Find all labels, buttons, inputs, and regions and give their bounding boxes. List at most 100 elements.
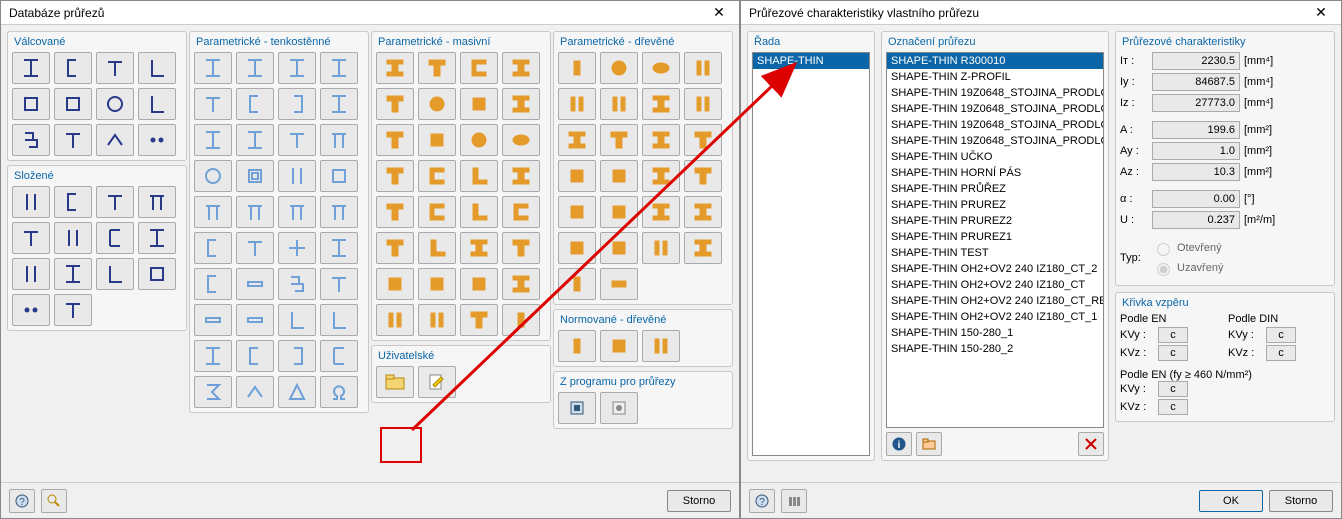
shape-btn-sq[interactable] bbox=[54, 88, 92, 120]
shape-btn-f2v[interactable] bbox=[558, 88, 596, 120]
shape-btn-ft[interactable] bbox=[376, 232, 414, 264]
shape-btn-fci[interactable] bbox=[600, 52, 638, 84]
shape-btn-fu[interactable] bbox=[418, 196, 456, 228]
char-value[interactable] bbox=[1152, 142, 1240, 160]
shape-btn-hat[interactable] bbox=[236, 376, 274, 408]
shape-btn-z[interactable] bbox=[12, 124, 50, 156]
shape-btn-ft[interactable] bbox=[502, 232, 540, 264]
ok-button[interactable]: OK bbox=[1199, 490, 1263, 512]
shape-btn-ft[interactable] bbox=[460, 304, 498, 336]
user-edit-button[interactable] bbox=[418, 366, 456, 398]
shape-btn-fsq[interactable] bbox=[558, 160, 596, 192]
shape-btn-fi[interactable] bbox=[642, 160, 680, 192]
list-item[interactable]: SHAPE-THIN OH2+OV2 240 IZ180_CT bbox=[887, 277, 1103, 293]
shape-btn-t[interactable] bbox=[54, 294, 92, 326]
shape-btn-t[interactable] bbox=[96, 186, 134, 218]
shape-btn-fpv[interactable] bbox=[558, 268, 596, 300]
storno-button-right[interactable]: Storno bbox=[1269, 490, 1333, 512]
shape-btn-sq[interactable] bbox=[12, 88, 50, 120]
typ-closed-radio[interactable]: Uzavřený bbox=[1152, 260, 1223, 276]
shape-btn-fi[interactable] bbox=[642, 124, 680, 156]
shape-btn-t[interactable] bbox=[320, 268, 358, 300]
shape-btn-u[interactable] bbox=[96, 222, 134, 254]
list-item[interactable]: SHAPE-THIN 19Z0648_STOJINA_PRODLC bbox=[887, 133, 1103, 149]
shape-btn-i[interactable] bbox=[320, 52, 358, 84]
shape-btn-ft[interactable] bbox=[600, 124, 638, 156]
shape-btn-i[interactable] bbox=[236, 124, 274, 156]
shape-btn-l[interactable] bbox=[138, 52, 176, 84]
shape-btn-l[interactable] bbox=[320, 304, 358, 336]
list-item[interactable]: SHAPE-THIN OH2+OV2 240 IZ180_CT_1 bbox=[887, 309, 1103, 325]
shape-btn-pi[interactable] bbox=[138, 186, 176, 218]
shape-btn-x[interactable] bbox=[278, 232, 316, 264]
shape-btn-fsq[interactable] bbox=[460, 88, 498, 120]
shape-btn-f2v[interactable] bbox=[376, 304, 414, 336]
shape-btn-t[interactable] bbox=[278, 124, 316, 156]
rada-listbox[interactable]: SHAPE-THIN bbox=[752, 52, 870, 456]
kvz-en460-field[interactable] bbox=[1158, 399, 1188, 415]
shape-btn-fi[interactable] bbox=[642, 88, 680, 120]
close-icon[interactable]: ✕ bbox=[699, 1, 739, 25]
shape-btn-fi[interactable] bbox=[502, 88, 540, 120]
shape-btn-u[interactable] bbox=[320, 340, 358, 372]
typ-open-radio[interactable]: Otevřený bbox=[1152, 240, 1223, 256]
shape-btn-f2v[interactable] bbox=[684, 88, 722, 120]
kvz-din-field[interactable] bbox=[1266, 345, 1296, 361]
help-icon[interactable]: ? bbox=[749, 489, 775, 513]
shape-btn-sq[interactable] bbox=[320, 160, 358, 192]
shape-btn-ft[interactable] bbox=[684, 124, 722, 156]
list-item[interactable]: SHAPE-THIN PRUREZ bbox=[887, 197, 1103, 213]
list-item[interactable]: SHAPE-THIN 150-280_2 bbox=[887, 341, 1103, 357]
shape-btn-fci[interactable] bbox=[418, 88, 456, 120]
shape-btn-cl[interactable] bbox=[194, 232, 232, 264]
shape-btn-i[interactable] bbox=[194, 340, 232, 372]
shape-btn-fsq[interactable] bbox=[558, 232, 596, 264]
kvz-en-field[interactable] bbox=[1158, 345, 1188, 361]
open-icon[interactable] bbox=[916, 432, 942, 456]
shape-btn-ii[interactable] bbox=[12, 186, 50, 218]
help-icon[interactable]: ? bbox=[9, 489, 35, 513]
shape-btn-fpv[interactable] bbox=[502, 304, 540, 336]
shape-btn-f2v[interactable] bbox=[418, 304, 456, 336]
shape-btn-cr[interactable] bbox=[278, 340, 316, 372]
char-value[interactable] bbox=[1152, 190, 1240, 208]
shape-btn-fi[interactable] bbox=[502, 160, 540, 192]
shape-btn-l[interactable] bbox=[138, 88, 176, 120]
shape-btn-t[interactable] bbox=[236, 232, 274, 264]
shape-btn-cl[interactable] bbox=[236, 340, 274, 372]
shape-btn-f2v[interactable] bbox=[642, 330, 680, 362]
search-icon[interactable] bbox=[41, 489, 67, 513]
kvy-en460-field[interactable] bbox=[1158, 381, 1188, 397]
list-item[interactable]: SHAPE-THIN PRUREZ2 bbox=[887, 213, 1103, 229]
shape-btn-cl[interactable] bbox=[194, 268, 232, 300]
shape-btn-fe[interactable] bbox=[642, 52, 680, 84]
shape-btn-ci[interactable] bbox=[96, 88, 134, 120]
list-item[interactable]: SHAPE-THIN UČKO bbox=[887, 149, 1103, 165]
kvy-en-field[interactable] bbox=[1158, 327, 1188, 343]
info-icon[interactable]: i bbox=[886, 432, 912, 456]
list-item[interactable]: SHAPE-THIN Z-PROFIL bbox=[887, 69, 1103, 85]
list-item[interactable]: SHAPE-THIN R300010 bbox=[887, 53, 1103, 69]
shape-btn-pl[interactable] bbox=[236, 304, 274, 336]
shape-btn-ft[interactable] bbox=[684, 160, 722, 192]
delete-icon[interactable] bbox=[1078, 432, 1104, 456]
shape-btn-fsq[interactable] bbox=[600, 232, 638, 264]
shape-btn-i[interactable] bbox=[320, 232, 358, 264]
shape-btn-l[interactable] bbox=[278, 304, 316, 336]
list-item[interactable]: SHAPE-THIN 19Z0648_STOJINA_PRODLC bbox=[887, 101, 1103, 117]
list-item[interactable]: SHAPE-THIN OH2+OV2 240 IZ180_CT_RE bbox=[887, 293, 1103, 309]
shape-btn-z[interactable] bbox=[278, 268, 316, 300]
shape-btn-dot[interactable] bbox=[12, 294, 50, 326]
char-value[interactable] bbox=[1152, 52, 1240, 70]
shape-btn-fsq[interactable] bbox=[600, 330, 638, 362]
shape-btn-i[interactable] bbox=[278, 52, 316, 84]
shape-btn-fi[interactable] bbox=[460, 232, 498, 264]
shape-btn-fi[interactable] bbox=[376, 52, 414, 84]
shape-btn-t[interactable] bbox=[12, 222, 50, 254]
shape-btn-ii[interactable] bbox=[278, 160, 316, 192]
shape-btn-fpv[interactable] bbox=[558, 330, 596, 362]
shape-btn-om[interactable] bbox=[320, 376, 358, 408]
shape-btn-i[interactable] bbox=[194, 52, 232, 84]
program-1-button[interactable] bbox=[558, 392, 596, 424]
shape-btn-i[interactable] bbox=[320, 88, 358, 120]
